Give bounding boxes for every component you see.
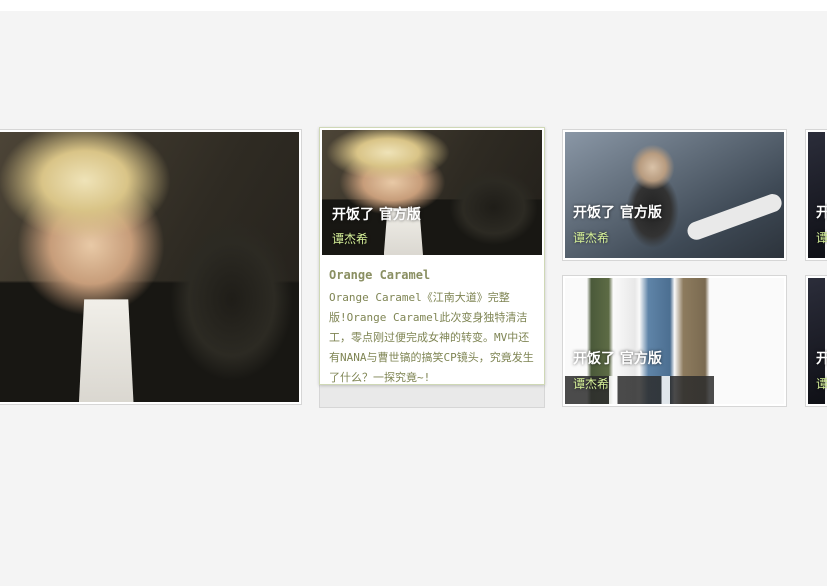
hover-video-card[interactable]: 开饭了 官方版 谭杰希 Orange Caramel Orange Carame… bbox=[319, 127, 545, 385]
video-title[interactable]: 开饭了 官方版 bbox=[573, 348, 662, 368]
card-underlay bbox=[319, 384, 545, 408]
video-card[interactable]: 开饭了 官方版 谭杰希 bbox=[562, 129, 787, 261]
video-card[interactable]: 开饭了 官方版 谭杰希 bbox=[562, 275, 787, 407]
description-title: Orange Caramel bbox=[329, 268, 431, 282]
artist-name[interactable]: 谭 bbox=[816, 375, 827, 392]
video-title[interactable]: 开 bbox=[816, 202, 827, 222]
featured-video-card[interactable] bbox=[0, 129, 302, 405]
artist-name[interactable]: 谭 bbox=[816, 229, 827, 246]
hover-thumbnail[interactable]: 开饭了 官方版 谭杰希 bbox=[322, 130, 542, 255]
top-strip bbox=[0, 0, 827, 11]
artist-name[interactable]: 谭杰希 bbox=[332, 230, 368, 247]
description-text: Orange Caramel《江南大道》完整版!Orange Caramel此次… bbox=[329, 291, 534, 384]
video-card-partial[interactable]: 开 谭 bbox=[805, 275, 827, 407]
artist-name[interactable]: 谭杰希 bbox=[573, 375, 609, 392]
featured-thumbnail[interactable] bbox=[0, 132, 299, 402]
video-title[interactable]: 开 bbox=[816, 348, 827, 368]
artist-name[interactable]: 谭杰希 bbox=[573, 229, 609, 246]
video-card-partial[interactable]: 开 谭 bbox=[805, 129, 827, 261]
video-title[interactable]: 开饭了 官方版 bbox=[573, 202, 662, 222]
video-title[interactable]: 开饭了 官方版 bbox=[332, 204, 421, 224]
